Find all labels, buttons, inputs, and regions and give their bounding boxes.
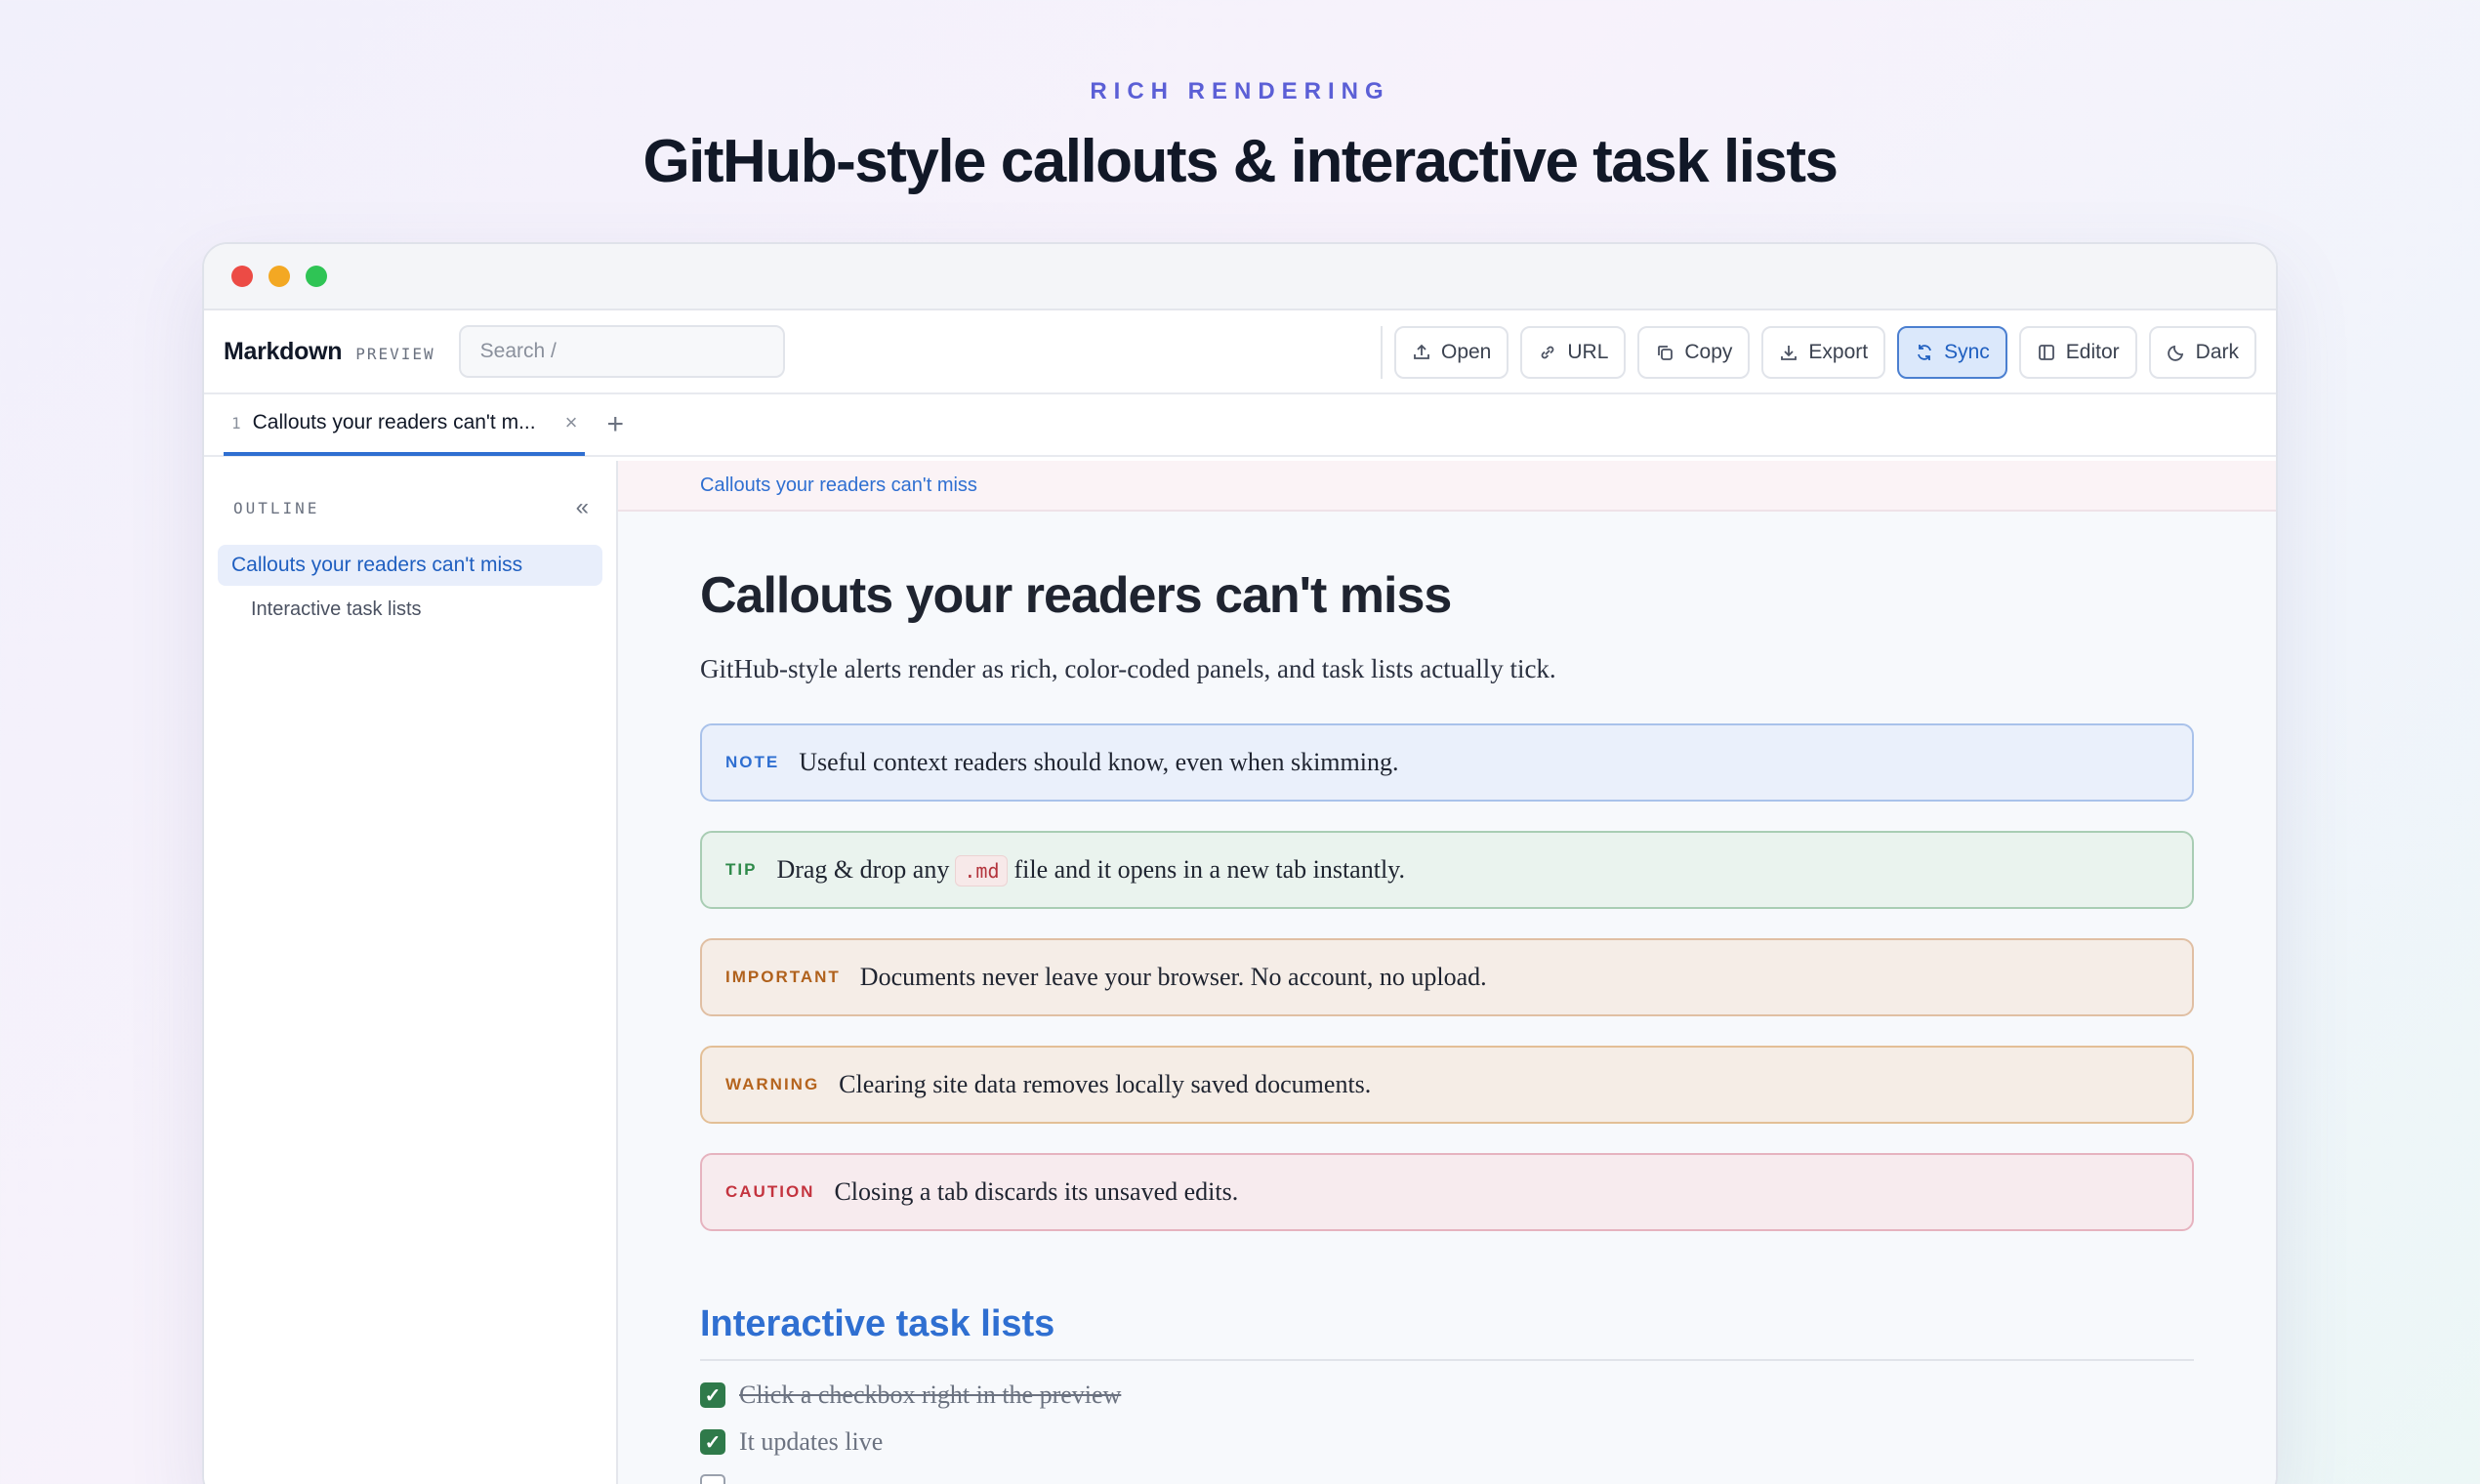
task-checkbox[interactable]: ✓ <box>700 1382 725 1408</box>
panel-icon <box>2038 345 2054 360</box>
sync-button-label: Sync <box>1944 341 1990 363</box>
breadcrumb: Callouts your readers can't miss <box>618 461 2276 512</box>
tab-label: Callouts your readers can't m... <box>252 411 536 433</box>
task-item <box>700 1474 2194 1484</box>
callout-tag: TIP <box>725 860 758 879</box>
close-window-icon[interactable] <box>231 266 253 287</box>
link-icon <box>1541 346 1554 359</box>
task-text: Click a checkbox right in the preview <box>739 1381 1122 1409</box>
section-heading: Interactive task lists <box>700 1303 2194 1361</box>
export-button[interactable]: Export <box>1761 326 1886 379</box>
callout-tag: WARNING <box>725 1075 820 1093</box>
url-button-label: URL <box>1567 341 1609 363</box>
outline-item-callouts[interactable]: Callouts your readers can't miss <box>218 545 602 586</box>
callout-list: NOTE Useful context readers should know,… <box>700 723 2194 1231</box>
search-placeholder: Search / <box>479 340 557 362</box>
callout-note: NOTE Useful context readers should know,… <box>700 723 2194 802</box>
callout-text: Useful context readers should know, even… <box>799 748 1399 776</box>
document-title: Callouts your readers can't miss <box>700 567 1452 624</box>
copy-button-label: Copy <box>1684 341 1733 363</box>
toolbar-actions: Open URL Copy Export Sync Editor Dark <box>1380 326 2256 379</box>
callout-tag: NOTE <box>725 753 780 771</box>
callout-tip: TIP Drag & drop any .md file and it opens … <box>700 831 2194 909</box>
toolbar: Markdown PREVIEW Search / Open URL Copy … <box>204 310 2276 394</box>
callout-caution: CAUTION Closing a tab discards its unsav… <box>700 1153 2194 1231</box>
add-tab-icon[interactable]: + <box>606 408 624 441</box>
breadcrumb-link[interactable]: Callouts your readers can't miss <box>700 474 977 497</box>
search-input[interactable]: Search / <box>458 325 785 378</box>
open-button[interactable]: Open <box>1393 326 1509 379</box>
editor-button-label: Editor <box>2065 341 2120 363</box>
maximize-window-icon[interactable] <box>306 266 327 287</box>
dark-mode-button[interactable]: Dark <box>2148 326 2256 379</box>
download-icon <box>1781 346 1798 360</box>
callout-text: Drag & drop any .md file and it opens in a… <box>776 855 1405 886</box>
tab-number: 1 <box>231 413 241 433</box>
callout-text: Clearing site data removes locally saved… <box>839 1070 1372 1098</box>
tab-document-1[interactable]: 1 Callouts your readers can't m... × <box>224 393 586 456</box>
sync-button[interactable]: Sync <box>1897 326 2007 379</box>
outline-item-label: Callouts your readers can't miss <box>231 554 523 576</box>
callout-important: IMPORTANT Documents never leave your bro… <box>700 938 2194 1016</box>
document-lead: GitHub-style alerts render as rich, colo… <box>700 654 1556 683</box>
window-titlebar <box>204 244 2276 310</box>
editor-button[interactable]: Editor <box>2018 326 2137 379</box>
callout-text-after: file and it opens in a new tab instantly… <box>1013 855 1405 884</box>
toolbar-divider <box>1380 326 1383 379</box>
export-button-label: Export <box>1808 341 1869 363</box>
moon-icon <box>2167 345 2183 361</box>
collapse-sidebar-icon[interactable]: « <box>576 494 589 521</box>
task-text: It updates live <box>739 1427 884 1456</box>
app-window: Markdown PREVIEW Search / Open URL Copy … <box>202 242 2278 1484</box>
dark-mode-button-label: Dark <box>2195 341 2239 363</box>
task-list: ✓ Click a checkbox right in the preview … <box>700 1381 2194 1484</box>
hero-title: GitHub-style callouts & interactive task… <box>642 128 1839 195</box>
tab-strip: 1 Callouts your readers can't m... × + <box>204 394 2276 457</box>
callout-text-before: Drag & drop any <box>776 855 950 884</box>
task-item: ✓ It updates live <box>700 1427 2194 1457</box>
sync-icon <box>1918 345 1931 360</box>
upload-icon <box>1414 344 1429 359</box>
minimize-window-icon[interactable] <box>269 266 290 287</box>
open-button-label: Open <box>1440 341 1492 363</box>
callout-text: Documents never leave your browser. No a… <box>859 963 1487 991</box>
outline-item-task-lists[interactable]: Interactive task lists <box>218 590 602 629</box>
callout-tag: CAUTION <box>725 1182 815 1201</box>
url-button[interactable]: URL <box>1520 326 1627 379</box>
body-area: OUTLINE « Callouts your readers can't mi… <box>204 461 2276 1484</box>
close-tab-icon[interactable]: × <box>565 410 578 435</box>
outline-header: OUTLINE « <box>218 461 602 521</box>
copy-button[interactable]: Copy <box>1637 326 1751 379</box>
preview-pane: Callouts your readers can't miss Callout… <box>618 461 2276 1484</box>
outline-item-label: Interactive task lists <box>251 598 422 620</box>
task-checkbox[interactable] <box>700 1474 725 1484</box>
document-content: Callouts your readers can't miss GitHub-… <box>618 566 2276 1484</box>
outline-sidebar: OUTLINE « Callouts your readers can't mi… <box>204 461 618 1484</box>
app-brand-sub: PREVIEW <box>355 344 435 363</box>
callout-text: Closing a tab discards its unsaved edits… <box>834 1177 1239 1206</box>
copy-icon <box>1658 346 1674 360</box>
hero-kicker: RICH RENDERING <box>1090 78 1390 104</box>
callout-warning: WARNING Clearing site data removes local… <box>700 1046 2194 1124</box>
inline-code: .md <box>955 855 1009 886</box>
task-checkbox[interactable]: ✓ <box>700 1429 725 1455</box>
callout-tag: IMPORTANT <box>725 968 841 986</box>
outline-title: OUTLINE <box>233 498 320 517</box>
app-brand: Markdown <box>224 337 343 365</box>
task-item: ✓ Click a checkbox right in the preview <box>700 1381 2194 1410</box>
